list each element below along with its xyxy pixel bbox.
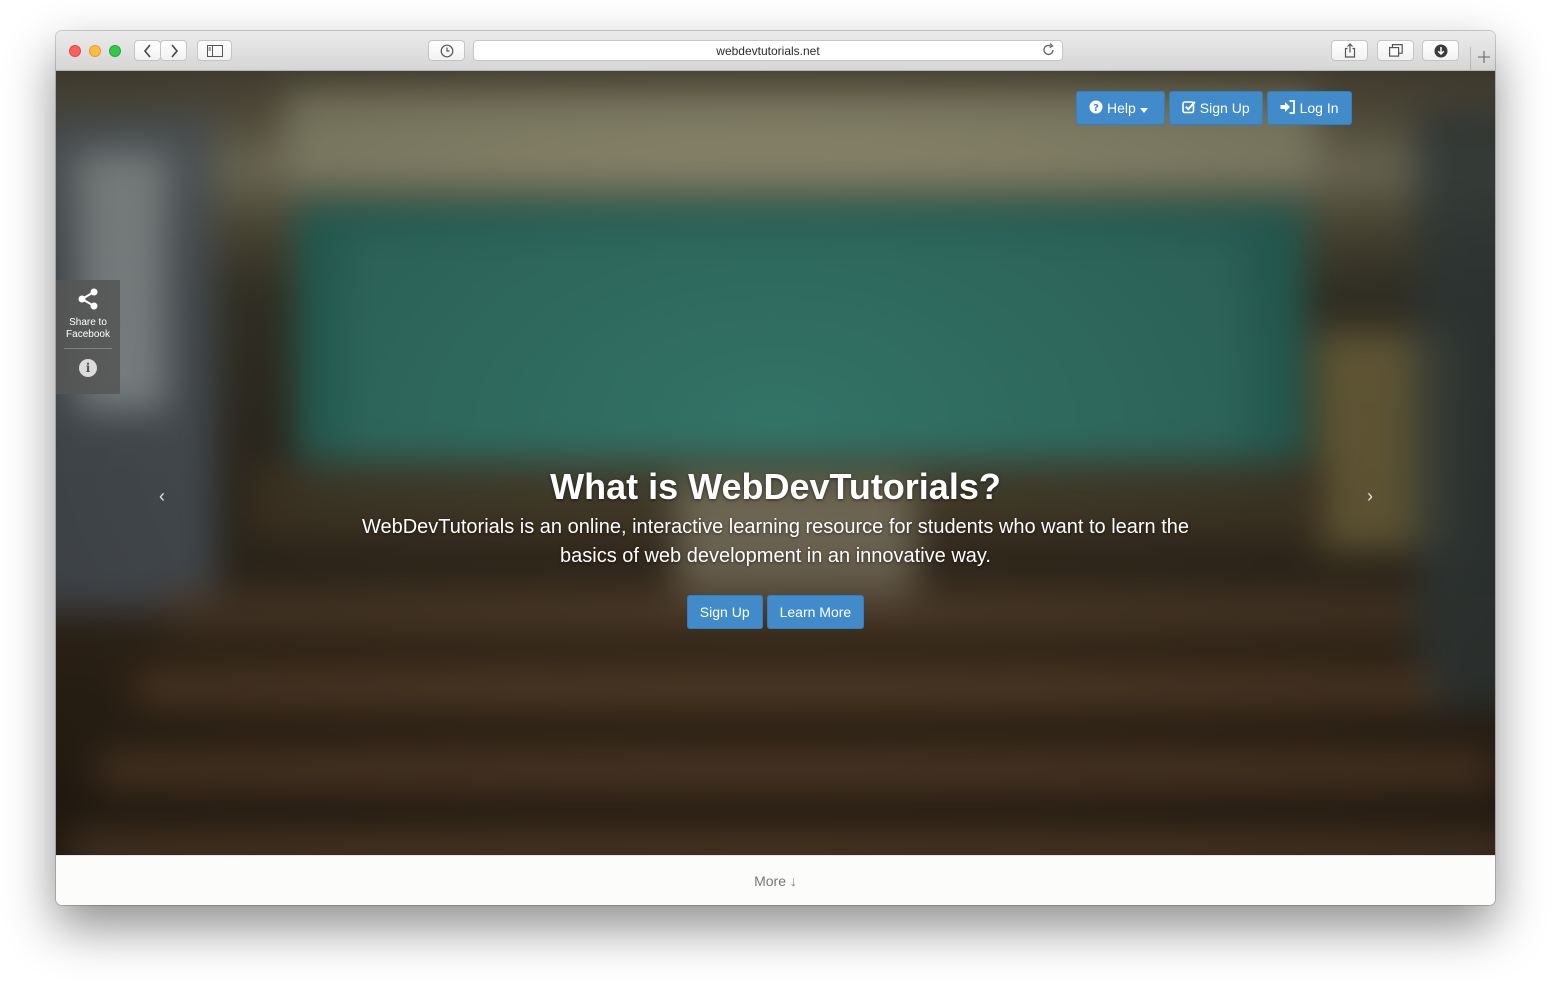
new-tab-icon bbox=[1477, 50, 1490, 68]
sidebar-icon bbox=[206, 44, 223, 57]
share-icon bbox=[77, 288, 99, 315]
hero-signup-button[interactable]: Sign Up bbox=[686, 595, 763, 629]
caret-down-icon bbox=[1139, 100, 1152, 116]
zoom-window-button[interactable] bbox=[109, 45, 121, 57]
login-label: Log In bbox=[1299, 100, 1339, 116]
share-panel: Share to Facebook i bbox=[56, 280, 120, 394]
sidebar-button[interactable] bbox=[197, 40, 232, 61]
share-icon bbox=[1344, 43, 1356, 58]
hero-title: What is WebDevTutorials? bbox=[550, 466, 1001, 507]
close-window-button[interactable] bbox=[69, 45, 81, 57]
share-button[interactable] bbox=[1331, 40, 1368, 61]
tabs-icon bbox=[1388, 44, 1403, 57]
learn-more-button[interactable]: Learn More bbox=[766, 595, 865, 629]
help-dropdown-button[interactable]: ? Help bbox=[1076, 91, 1165, 125]
hero-carousel: ? Help Sign Up Log In Share to Facebook … bbox=[56, 71, 1495, 855]
forward-button[interactable] bbox=[160, 40, 187, 61]
hero-caption: What is WebDevTutorials? WebDevTutorials… bbox=[56, 465, 1495, 571]
help-label: Help bbox=[1107, 100, 1136, 116]
question-circle-icon: ? bbox=[1089, 100, 1107, 117]
minimize-window-button[interactable] bbox=[89, 45, 101, 57]
new-tab-button[interactable] bbox=[1470, 47, 1495, 70]
history-button[interactable] bbox=[428, 40, 465, 61]
url-text: webdevtutorials.net bbox=[716, 44, 820, 58]
sign-in-icon bbox=[1280, 99, 1300, 117]
more-bar: More ↓ bbox=[56, 855, 1495, 905]
svg-text:?: ? bbox=[1093, 103, 1099, 114]
divider bbox=[64, 348, 112, 349]
downloads-button[interactable] bbox=[1422, 40, 1459, 61]
history-icon bbox=[440, 44, 454, 58]
check-square-icon bbox=[1181, 100, 1200, 117]
info-icon[interactable]: i bbox=[79, 359, 97, 377]
forward-icon bbox=[169, 43, 179, 58]
share-label-line1: Share to bbox=[69, 317, 107, 328]
signup-label: Sign Up bbox=[1199, 100, 1250, 116]
hero-cta-row: Sign Up Learn More bbox=[56, 595, 1495, 629]
hero-overlay bbox=[56, 71, 1495, 855]
share-facebook-button[interactable]: Share to Facebook bbox=[56, 280, 120, 346]
nav-signup-button[interactable]: Sign Up bbox=[1168, 91, 1263, 125]
back-icon bbox=[143, 43, 153, 58]
browser-toolbar: webdevtutorials.net bbox=[56, 31, 1495, 71]
reload-icon[interactable] bbox=[1042, 43, 1056, 62]
show-tabs-button[interactable] bbox=[1377, 40, 1414, 61]
more-link[interactable]: More ↓ bbox=[56, 873, 1495, 889]
downloads-icon bbox=[1434, 44, 1448, 58]
hero-description: WebDevTutorials is an online, interactiv… bbox=[361, 516, 1190, 567]
nav-login-button[interactable]: Log In bbox=[1266, 91, 1352, 125]
share-label-line2: Facebook bbox=[66, 329, 110, 340]
browser-window: webdevtutorials.net ? Help Sign Up Log I… bbox=[56, 31, 1495, 905]
top-navigation: ? Help Sign Up Log In bbox=[1076, 91, 1352, 125]
back-button[interactable] bbox=[134, 40, 161, 61]
address-bar[interactable]: webdevtutorials.net bbox=[473, 40, 1063, 61]
share-label: Share to Facebook bbox=[56, 317, 120, 341]
